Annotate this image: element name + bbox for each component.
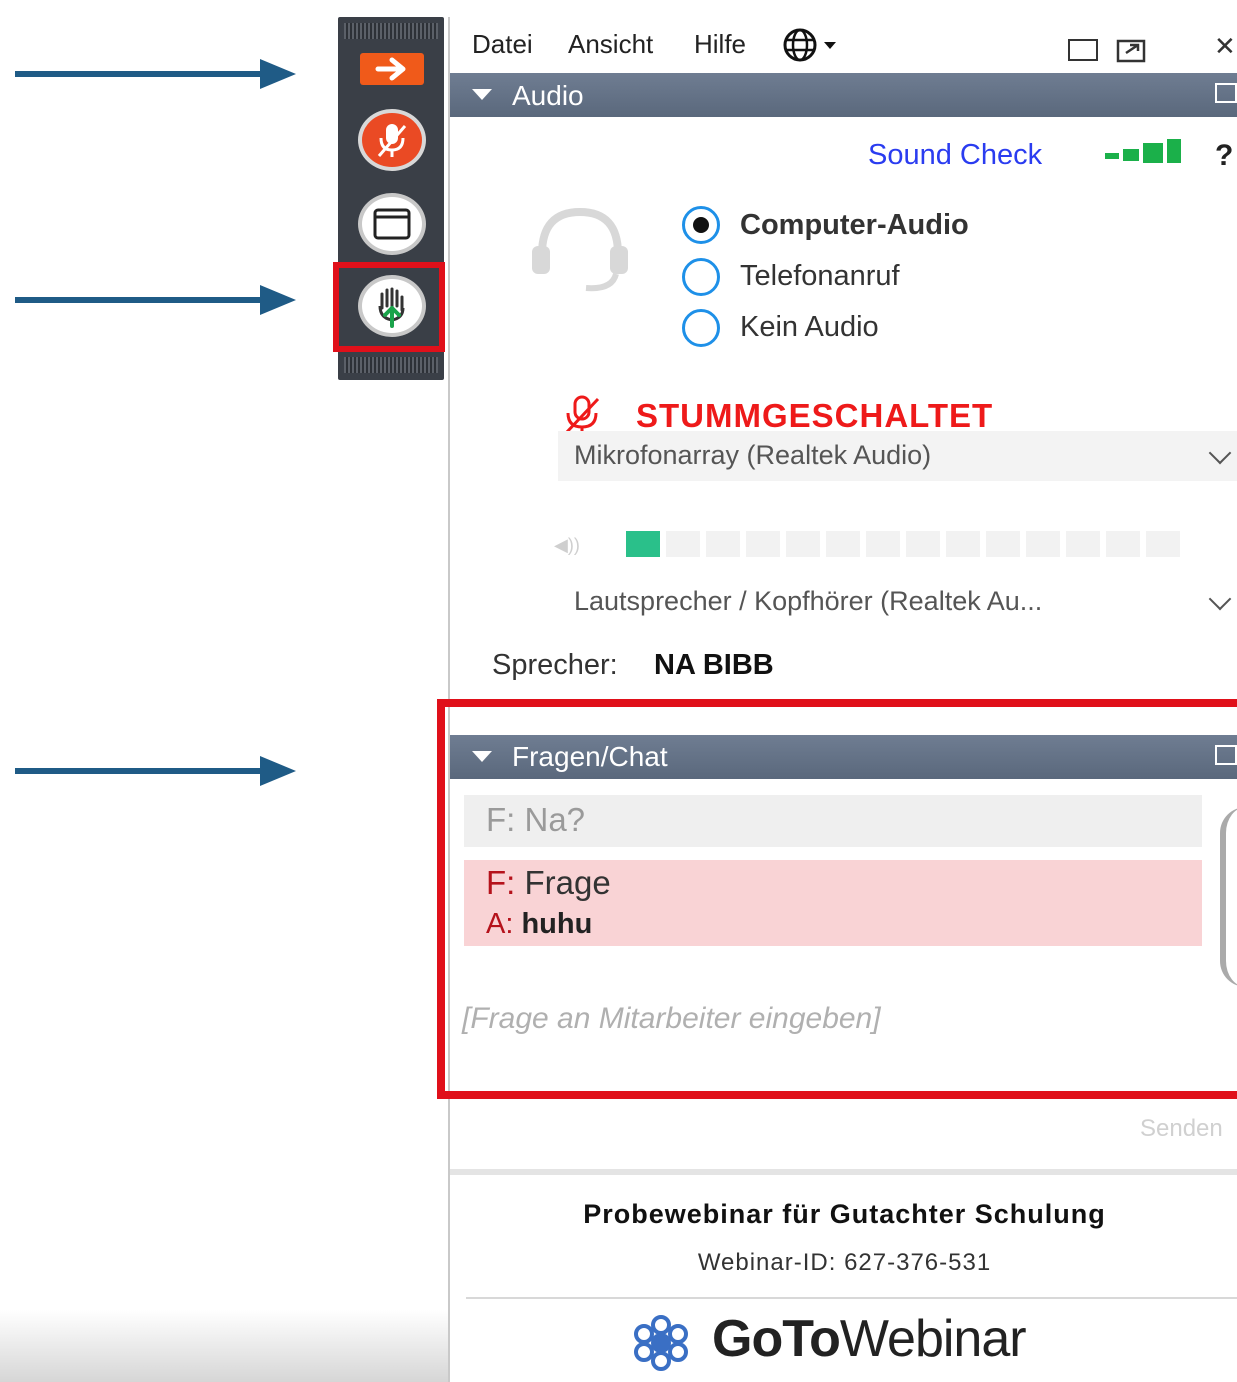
microphone-select[interactable]: Mikrofonarray (Realtek Audio) [558, 431, 1237, 481]
mute-button[interactable] [358, 109, 426, 171]
help-button[interactable]: ? [1215, 139, 1233, 173]
headset-icon [532, 207, 628, 292]
grip-top[interactable] [344, 23, 438, 39]
mic-muted-icon [377, 124, 407, 157]
background-fade [0, 1310, 450, 1382]
level-segment [1066, 531, 1100, 557]
logo-goto: GoTo [712, 1310, 841, 1368]
globe-icon [783, 28, 836, 62]
speaker-device-value: Lautsprecher / Kopfhörer (Realtek Au... [574, 586, 1043, 616]
menu-bar: Datei Ansicht Hilfe ✕ [450, 17, 1237, 71]
level-segment [626, 531, 660, 557]
annotation-arrow-toggle [15, 59, 296, 89]
mic-level-meter: ◀)) [554, 527, 1194, 563]
toggle-panel-button[interactable] [360, 53, 424, 85]
speaker-small-icon: ◀)) [554, 535, 580, 555]
sound-check-link[interactable]: Sound Check [868, 139, 1042, 172]
level-segment [866, 531, 900, 557]
level-segment [946, 531, 980, 557]
screen-button[interactable] [358, 193, 426, 255]
level-segment [666, 531, 700, 557]
collapse-triangle-icon [472, 89, 492, 100]
level-segment [906, 531, 940, 557]
level-segment [1026, 531, 1060, 557]
speaker-select[interactable]: Lautsprecher / Kopfhörer (Realtek Au... [558, 577, 1237, 627]
option-computer-audio-label[interactable]: Computer-Audio [740, 209, 969, 242]
option-telephone-label[interactable]: Telefonanruf [740, 260, 900, 293]
level-segment [986, 531, 1020, 557]
annotation-arrow-hand [15, 285, 296, 315]
muted-status: STUMMGESCHALTET [636, 397, 994, 434]
microphone-value: Mikrofonarray (Realtek Audio) [574, 440, 932, 470]
footer-separator [466, 1297, 1237, 1299]
popout-icon[interactable] [1215, 83, 1237, 103]
language-menu[interactable] [780, 27, 852, 68]
minimize-button[interactable] [1068, 39, 1098, 61]
annotation-arrow-chat [15, 756, 296, 786]
webinar-id: Webinar-ID: 627-376-531 [697, 1249, 992, 1276]
raise-hand-highlight [333, 262, 445, 352]
speaker-name: NA BIBB [654, 649, 774, 681]
gotowebinar-logo-text: GoToWebinar [712, 1309, 1027, 1369]
option-no-audio-label[interactable]: Kein Audio [740, 311, 879, 344]
logo-icon [634, 1315, 688, 1371]
level-segment [826, 531, 860, 557]
level-segment [746, 531, 780, 557]
restore-button[interactable] [1116, 37, 1148, 68]
grip-bottom[interactable] [344, 357, 438, 373]
chevron-down-icon [1208, 441, 1232, 465]
speaker-label: Sprecher: [492, 649, 618, 681]
send-button[interactable]: Senden [1140, 1115, 1223, 1143]
chevron-down-icon [1208, 587, 1232, 611]
logo-webinar: Webinar [839, 1310, 1027, 1368]
menu-file[interactable]: Datei [472, 29, 533, 60]
level-segment [706, 531, 740, 557]
menu-help[interactable]: Hilfe [694, 29, 746, 60]
radio-no-audio[interactable] [682, 309, 720, 347]
audio-panel-title: Audio [512, 80, 584, 111]
webinar-title: Probewebinar für Gutachter Schulung [583, 1199, 1106, 1229]
level-segment [1106, 531, 1140, 557]
divider [450, 1169, 1237, 1175]
screen-icon [373, 208, 411, 240]
menu-view[interactable]: Ansicht [568, 29, 653, 60]
chat-highlight-frame [437, 699, 1237, 1099]
arrow-right-icon [375, 57, 406, 81]
close-button[interactable]: ✕ [1214, 31, 1236, 62]
radio-computer-audio[interactable] [682, 206, 720, 244]
radio-telephone[interactable] [682, 258, 720, 296]
level-segment [786, 531, 820, 557]
audio-panel-header[interactable]: Audio [450, 73, 1237, 117]
restore-icon [1116, 39, 1146, 63]
level-segment [1146, 531, 1180, 557]
